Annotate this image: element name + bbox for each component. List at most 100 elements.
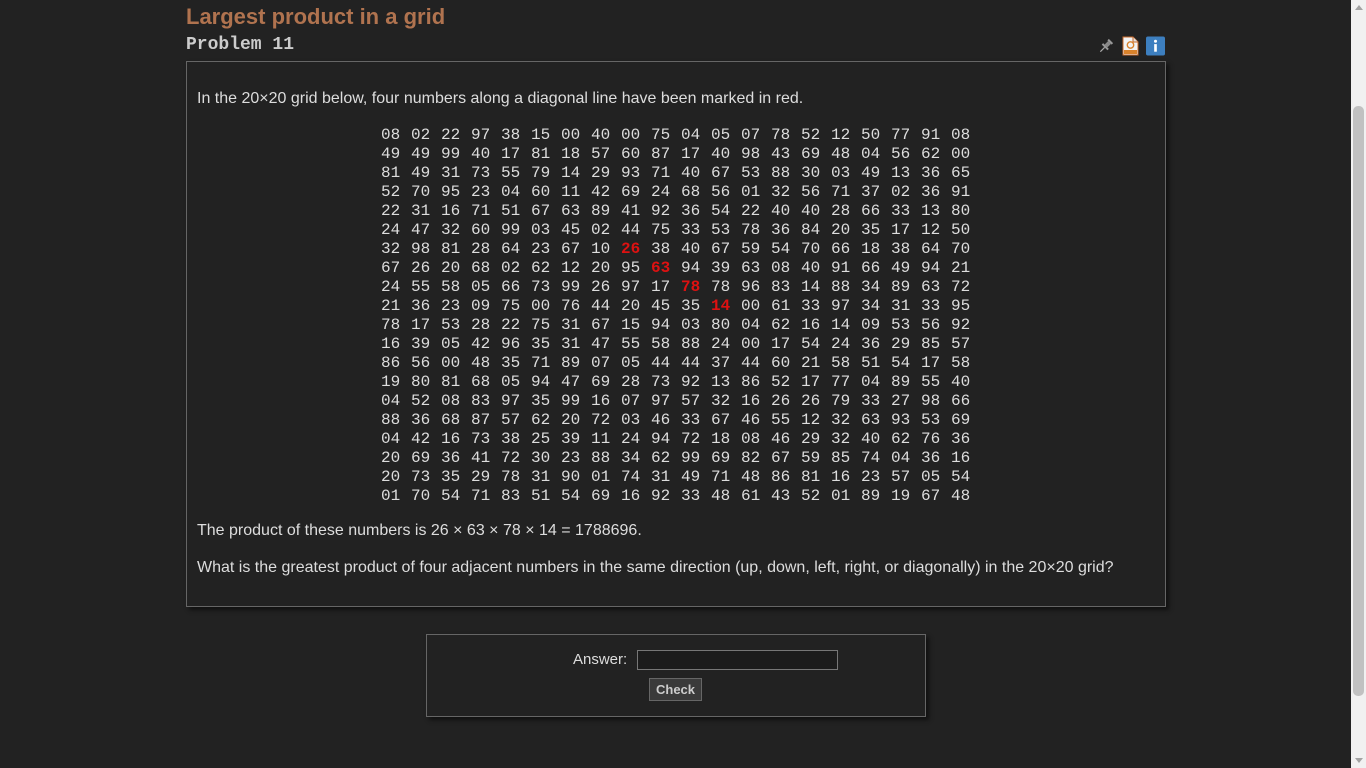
grid-cell: 22: [441, 126, 461, 144]
grid-cell: 09: [861, 316, 881, 334]
grid-cell: 28: [471, 316, 491, 334]
grid-cell: 74: [861, 449, 881, 467]
vertical-scrollbar[interactable]: [1351, 0, 1366, 768]
grid-cell: 33: [681, 487, 701, 505]
grid-cell: 99: [441, 145, 461, 163]
grid-cell: 27: [891, 392, 911, 410]
grid-cell: 85: [831, 449, 851, 467]
html-file-icon[interactable]: [1121, 36, 1140, 55]
grid-cell: 40: [861, 430, 881, 448]
grid-cell: 17: [771, 335, 791, 353]
scrollbar-thumb[interactable]: [1353, 106, 1364, 696]
grid-cell: 04: [501, 183, 521, 201]
grid-cell: 01: [831, 487, 851, 505]
grid-cell: 80: [711, 316, 731, 334]
grid-cell: 24: [831, 335, 851, 353]
grid-cell: 49: [891, 259, 911, 277]
product-example: The product of these numbers is 26 × 63 …: [197, 522, 642, 539]
grid-cell: 16: [831, 468, 851, 486]
grid-cell: 89: [591, 202, 611, 220]
grid-cell: 18: [861, 240, 881, 258]
grid-cell: 17: [651, 278, 671, 296]
grid-cell: 10: [591, 240, 611, 258]
grid-cell: 57: [501, 411, 521, 429]
grid-cell: 20: [441, 259, 461, 277]
grid-cell: 58: [831, 354, 851, 372]
grid-cell: 31: [561, 335, 581, 353]
grid-cell: 07: [621, 392, 641, 410]
grid-cell: 98: [411, 240, 431, 258]
grid-cell: 23: [441, 297, 461, 315]
grid-cell: 95: [621, 259, 641, 277]
answer-form: Answer: Check: [426, 634, 926, 717]
grid-cell: 70: [951, 240, 971, 258]
grid-cell: 94: [651, 316, 671, 334]
grid-cell: 00: [741, 335, 761, 353]
grid-cell: 56: [711, 183, 731, 201]
grid-cell: 79: [831, 392, 851, 410]
grid-cell: 63: [861, 411, 881, 429]
grid-cell: 20: [621, 297, 641, 315]
info-icon[interactable]: [1146, 36, 1165, 55]
grid-cell: 78: [381, 316, 401, 334]
problem-toolbar: [1096, 36, 1165, 56]
grid-cell: 67: [591, 316, 611, 334]
grid-cell: 73: [411, 468, 431, 486]
number-grid: 08 02 22 97 38 15 00 40 00 75 04 05 07 78 52 12 50 77 91 08…: [381, 126, 971, 506]
grid-cell: 88: [681, 335, 701, 353]
grid-cell: 81: [531, 145, 551, 163]
grid-cell: 66: [951, 392, 971, 410]
grid-cell: 59: [801, 449, 821, 467]
grid-cell: 68: [681, 183, 701, 201]
grid-cell: 04: [891, 449, 911, 467]
grid-cell: 93: [891, 411, 911, 429]
grid-cell: 61: [771, 297, 791, 315]
grid-cell: 62: [891, 430, 911, 448]
grid-cell: 49: [381, 145, 401, 163]
pin-icon[interactable]: [1096, 36, 1115, 55]
grid-cell: 66: [861, 202, 881, 220]
grid-cell: 40: [471, 145, 491, 163]
grid-cell: 23: [531, 240, 551, 258]
grid-cell: 42: [411, 430, 431, 448]
grid-cell: 44: [621, 221, 641, 239]
grid-cell: 22: [741, 202, 761, 220]
grid-cell: 22: [501, 316, 521, 334]
grid-cell: 91: [831, 259, 851, 277]
grid-cell: 38: [501, 430, 521, 448]
grid-cell: 55: [621, 335, 641, 353]
grid-cell: 31: [441, 164, 461, 182]
grid-cell: 71: [471, 202, 491, 220]
grid-cell: 29: [471, 468, 491, 486]
grid-cell: 54: [441, 487, 461, 505]
scroll-down-arrow-icon[interactable]: [1355, 758, 1363, 763]
grid-cell: 38: [891, 240, 911, 258]
grid-cell: 20: [831, 221, 851, 239]
check-button[interactable]: Check: [649, 678, 702, 701]
grid-cell: 83: [501, 487, 521, 505]
grid-cell: 14: [561, 164, 581, 182]
scroll-up-arrow-icon[interactable]: [1355, 5, 1363, 10]
grid-cell: 69: [591, 373, 611, 391]
grid-cell: 51: [861, 354, 881, 372]
grid-cell: 04: [381, 392, 401, 410]
grid-cell: 37: [861, 183, 881, 201]
grid-cell: 83: [471, 392, 491, 410]
grid-cell: 70: [411, 487, 431, 505]
grid-cell: 52: [771, 373, 791, 391]
grid-cell: 21: [801, 354, 821, 372]
grid-cell: 60: [531, 183, 551, 201]
grid-cell: 56: [411, 354, 431, 372]
grid-cell: 36: [921, 449, 941, 467]
grid-cell: 11: [561, 183, 581, 201]
grid-cell: 91: [921, 126, 941, 144]
grid-cell: 32: [711, 392, 731, 410]
answer-input[interactable]: [637, 650, 838, 670]
grid-cell: 88: [591, 449, 611, 467]
grid-cell: 02: [501, 259, 521, 277]
grid-cell: 44: [651, 354, 671, 372]
grid-cell: 08: [441, 392, 461, 410]
grid-cell: 01: [741, 183, 761, 201]
grid-cell: 31: [561, 316, 581, 334]
grid-cell: 08: [951, 126, 971, 144]
